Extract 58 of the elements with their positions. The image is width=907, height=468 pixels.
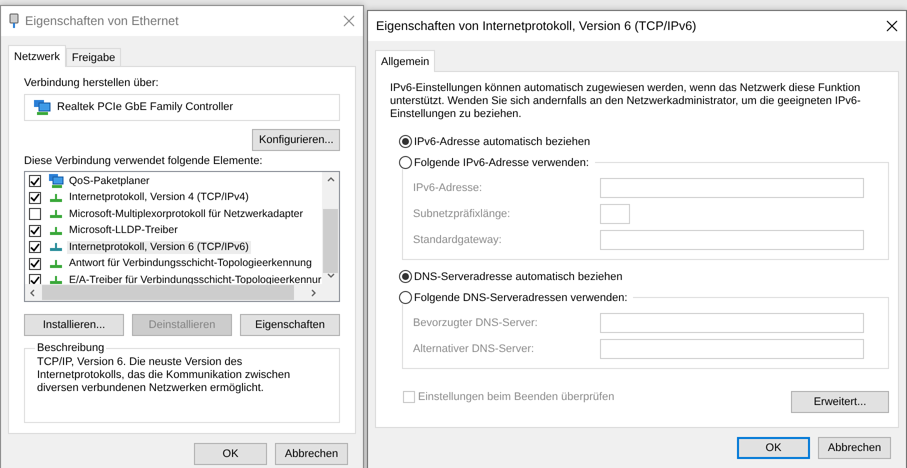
checkbox[interactable] <box>29 224 41 237</box>
scroll-down-icon[interactable] <box>326 272 334 280</box>
elements-label: Diese Verbindung verwendet folgende Elemente: <box>24 154 264 167</box>
field-label: Alternativer DNS-Server: <box>413 343 536 355</box>
list-item[interactable]: Microsoft-Multiplexorprotokoll für Netzwerkadapter <box>67 208 305 221</box>
vertical-scrollbar[interactable] <box>322 172 339 284</box>
group-title: Beschreibung <box>36 342 106 354</box>
dialog-button[interactable]: OK <box>737 437 810 459</box>
connect-label: Verbindung herstellen über: <box>24 77 160 89</box>
radio-label: Folgende IPv6-Adresse verwenden: <box>414 156 589 168</box>
radio-button[interactable] <box>399 156 412 169</box>
list-item[interactable]: Antwort für Verbindungsschicht-Topologieerkennung <box>67 257 314 270</box>
network-protocol-icon <box>48 273 64 284</box>
ethernet-plug-icon <box>9 13 19 29</box>
action-button[interactable]: Eigenschaften <box>240 314 340 336</box>
configure-button[interactable]: Konfigurieren... <box>252 128 340 151</box>
intro-text: IPv6-Einstellungen können automatisch zugewiesen werden, wenn das Netzwerk diese Funktion unterstützt. Wenden Sie sich andernfalls an den Netzwerkadministrator, um die geeigneten IPv6-Einstellungen zu beziehen. <box>390 82 862 121</box>
scroll-up-icon[interactable] <box>326 176 334 184</box>
dialog-button[interactable]: Abbrechen <box>275 443 348 465</box>
close-icon[interactable] <box>886 20 898 32</box>
network-monitor-icon <box>48 173 64 190</box>
scroll-right-icon[interactable] <box>310 288 318 297</box>
scroll-left-icon[interactable] <box>29 288 37 297</box>
checkbox[interactable] <box>29 192 41 204</box>
checkbox[interactable] <box>29 175 41 188</box>
field-label: Standardgateway: <box>413 234 503 246</box>
window-title: Eigenschaften von Internetprotokoll, Version 6 (TCP/IPv6) <box>376 19 698 33</box>
radio-label: Folgende DNS-Serveradressen verwenden: <box>414 292 628 304</box>
list-item[interactable]: Internetprotokoll, Version 4 (TCP/IPv4) <box>67 191 251 204</box>
advanced-button[interactable]: Erweitert... <box>791 391 889 413</box>
field-label: Bevorzugter DNS-Server: <box>413 317 539 329</box>
horizontal-scrollbar[interactable] <box>25 284 322 302</box>
checkbox[interactable] <box>29 208 41 220</box>
adapter-field: Realtek PCIe GbE Family Controller <box>24 94 340 121</box>
checkbox-label: Einstellungen beim Beenden überprüfen <box>418 391 614 403</box>
tab[interactable]: Allgemein <box>375 50 436 72</box>
checkbox[interactable] <box>29 274 41 284</box>
tab[interactable]: Netzwerk <box>8 45 66 67</box>
network-adapter-icon <box>33 99 51 116</box>
action-button[interactable]: Installieren... <box>24 314 124 336</box>
radio-button[interactable] <box>399 291 412 304</box>
radio-button[interactable] <box>399 135 412 148</box>
field-label: Subnetzpräfixlänge: <box>413 208 512 220</box>
dialog-button[interactable]: Abbrechen <box>818 437 891 459</box>
radio-button[interactable] <box>399 270 412 283</box>
description-text: TCP/IP, Version 6. Die neuste Version des Internetprotokolls, das die Kommunikation zwischen diversen verbundenen Netzwerken ermöglicht. <box>36 356 292 396</box>
tab[interactable]: Freigabe <box>66 48 122 67</box>
radio-label: IPv6-Adresse automatisch beziehen <box>414 136 590 148</box>
checkbox[interactable] <box>29 258 41 270</box>
list-item[interactable]: E/A-Treiber für Verbindungsschicht-Topologieerkennur <box>67 274 322 284</box>
window-title: Eigenschaften von Ethernet <box>25 14 180 28</box>
list-item[interactable]: QoS-Paketplaner <box>67 174 152 188</box>
checkbox[interactable] <box>29 241 41 254</box>
radio-label: DNS-Serveradresse automatisch beziehen <box>414 270 622 282</box>
list-item[interactable]: Microsoft-LLDP-Treiber <box>67 224 180 238</box>
list-item[interactable]: Internetprotokoll, Version 6 (TCP/IPv6) <box>67 240 251 254</box>
dialog-button[interactable]: OK <box>194 443 267 465</box>
field-label: IPv6-Adresse: <box>413 182 484 194</box>
